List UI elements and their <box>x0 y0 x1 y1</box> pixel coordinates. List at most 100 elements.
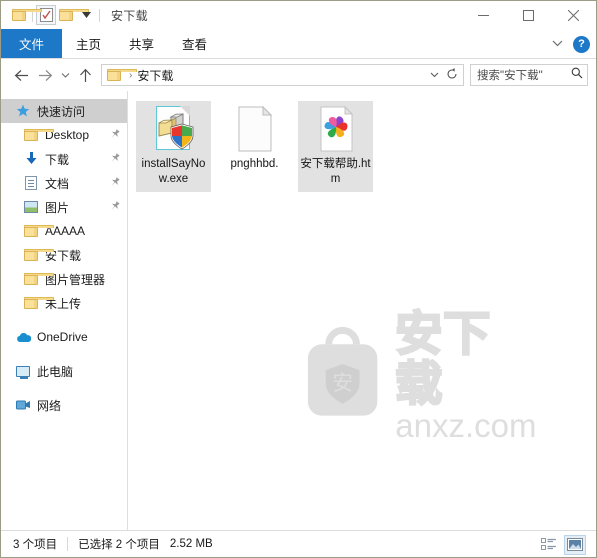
refresh-button[interactable] <box>443 67 461 83</box>
html-pinwheel-icon <box>312 105 360 153</box>
sidebar-item-desktop[interactable]: Desktop <box>1 123 127 147</box>
pin-icon[interactable] <box>106 175 122 191</box>
sidebar-item-anxiazai[interactable]: 安下载 <box>1 243 127 267</box>
forward-button[interactable] <box>33 63 57 87</box>
window-controls <box>461 1 596 29</box>
sidebar-item-label: 图片管理器 <box>45 272 106 287</box>
star-icon <box>15 103 31 119</box>
pin-icon[interactable] <box>106 151 122 167</box>
status-bar: 3 个项目 已选择 2 个项目 2.52 MB <box>1 530 596 557</box>
sidebar-item-not-uploaded[interactable]: 未上传 <box>1 291 127 315</box>
file-item-pnghhbd[interactable]: pnghhbd. <box>217 101 292 192</box>
sidebar-item-label: OneDrive <box>37 330 88 344</box>
watermark-logo: 安 <box>307 326 378 416</box>
folder-icon <box>23 295 54 311</box>
details-view-button[interactable] <box>538 535 560 555</box>
explorer-body: 快速访问 Desktop 下载 文档 图片 AAAAA 安下载 图片管理器 未上… <box>1 91 596 530</box>
breadcrumb-item[interactable]: 安下载 <box>137 67 173 84</box>
chevron-down-icon[interactable] <box>552 38 563 50</box>
sidebar-item-downloads[interactable]: 下载 <box>1 147 127 171</box>
file-explorer-window: 安下载 文件 主页 共享 查看 ? › 安下载 搜索"安下载" 快速访问 Des… <box>0 0 597 558</box>
minimize-button[interactable] <box>461 1 506 29</box>
file-item-installsaynow[interactable]: installSayNow.exe <box>136 101 211 192</box>
selection-size-label: 2.52 MB <box>169 538 213 550</box>
folder-icon <box>23 223 54 239</box>
file-name: installSayNow.exe <box>141 158 206 185</box>
watermark: 安 安下载 anxz.com <box>298 307 538 442</box>
sidebar-item-network[interactable]: 网络 <box>1 393 127 417</box>
search-input[interactable]: 搜索"安下载" <box>477 67 571 83</box>
toolbar-divider-2 <box>99 8 100 22</box>
tab-view[interactable]: 查看 <box>168 29 221 58</box>
file-name: 安下载帮助.htm <box>300 158 371 185</box>
navigation-pane: 快速访问 Desktop 下载 文档 图片 AAAAA 安下载 图片管理器 未上… <box>1 91 128 530</box>
cloud-icon <box>15 329 31 345</box>
item-count-label: 3 个项目 <box>13 539 58 551</box>
folder-icon[interactable] <box>9 5 42 25</box>
folder-icon <box>107 69 137 81</box>
sidebar-item-this-pc[interactable]: 此电脑 <box>1 359 127 383</box>
sidebar-item-label: 网络 <box>37 398 62 413</box>
file-name: pnghhbd. <box>230 158 279 170</box>
chevron-down-icon[interactable] <box>76 5 96 25</box>
file-grid: installSayNow.exe pnghhbd. 安下载帮助.htm <box>136 101 596 192</box>
search-icon[interactable] <box>571 66 583 84</box>
ribbon-tabs: 文件 主页 共享 查看 ? <box>1 29 596 59</box>
download-icon <box>23 151 39 167</box>
sidebar-item-aaaaa[interactable]: AAAAA <box>1 219 127 243</box>
ribbon-controls: ? <box>552 29 590 59</box>
sidebar-item-picture-manager[interactable]: 图片管理器 <box>1 267 127 291</box>
large-icons-view-button[interactable] <box>564 534 586 555</box>
tab-share[interactable]: 共享 <box>115 29 168 58</box>
tab-home[interactable]: 主页 <box>62 29 115 58</box>
computer-icon <box>15 363 31 379</box>
up-button[interactable] <box>73 63 97 87</box>
sidebar-item-pictures[interactable]: 图片 <box>1 195 127 219</box>
blank-file-icon <box>231 105 279 153</box>
sidebar-item-label: 此电脑 <box>37 364 74 379</box>
maximize-button[interactable] <box>506 1 551 29</box>
folder-icon <box>23 127 54 143</box>
selection-label: 已选择 2 个项目 <box>78 539 160 551</box>
breadcrumb: › 安下载 <box>107 67 425 84</box>
address-dropdown-icon[interactable] <box>425 70 443 81</box>
sidebar-item-label: 图片 <box>45 200 70 215</box>
close-button[interactable] <box>551 1 596 29</box>
quick-access-toolbar <box>1 5 103 25</box>
sidebar-item-onedrive[interactable]: OneDrive <box>1 325 127 349</box>
folder-icon <box>23 247 54 263</box>
exe-installer-icon <box>150 105 198 153</box>
sidebar-item-documents[interactable]: 文档 <box>1 171 127 195</box>
document-icon <box>23 175 39 191</box>
folder-icon <box>23 271 54 287</box>
picture-icon <box>23 199 39 215</box>
recent-locations-button[interactable] <box>57 63 73 87</box>
sidebar-item-quick-access[interactable]: 快速访问 <box>1 99 127 123</box>
sidebar-item-label: 文档 <box>45 176 70 191</box>
sidebar-item-label: 下载 <box>45 152 70 167</box>
new-folder-icon[interactable] <box>56 5 89 25</box>
pin-icon[interactable] <box>106 127 122 143</box>
help-button[interactable]: ? <box>573 35 590 53</box>
file-list-pane[interactable]: installSayNow.exe pnghhbd. 安下载帮助.htm 安 安… <box>128 91 596 530</box>
properties-icon[interactable] <box>36 5 56 25</box>
network-icon <box>15 397 31 413</box>
address-bar: › 安下载 搜索"安下载" <box>1 59 596 91</box>
back-button[interactable] <box>9 63 33 87</box>
watermark-brand: 安下载 <box>394 306 492 410</box>
watermark-site: anxz.com <box>395 406 537 444</box>
address-input[interactable]: › 安下载 <box>101 64 464 86</box>
watermark-logo-char: 安 <box>332 371 353 394</box>
tab-file[interactable]: 文件 <box>1 29 63 58</box>
search-box[interactable]: 搜索"安下载" <box>470 64 588 86</box>
file-item-anxiazai-help[interactable]: 安下载帮助.htm <box>298 101 373 192</box>
title-bar: 安下载 <box>1 1 596 29</box>
pin-icon[interactable] <box>106 199 122 215</box>
sidebar-item-label: 快速访问 <box>37 104 86 119</box>
status-divider <box>67 537 69 551</box>
view-mode-buttons <box>538 531 586 558</box>
window-title: 安下载 <box>111 8 148 23</box>
